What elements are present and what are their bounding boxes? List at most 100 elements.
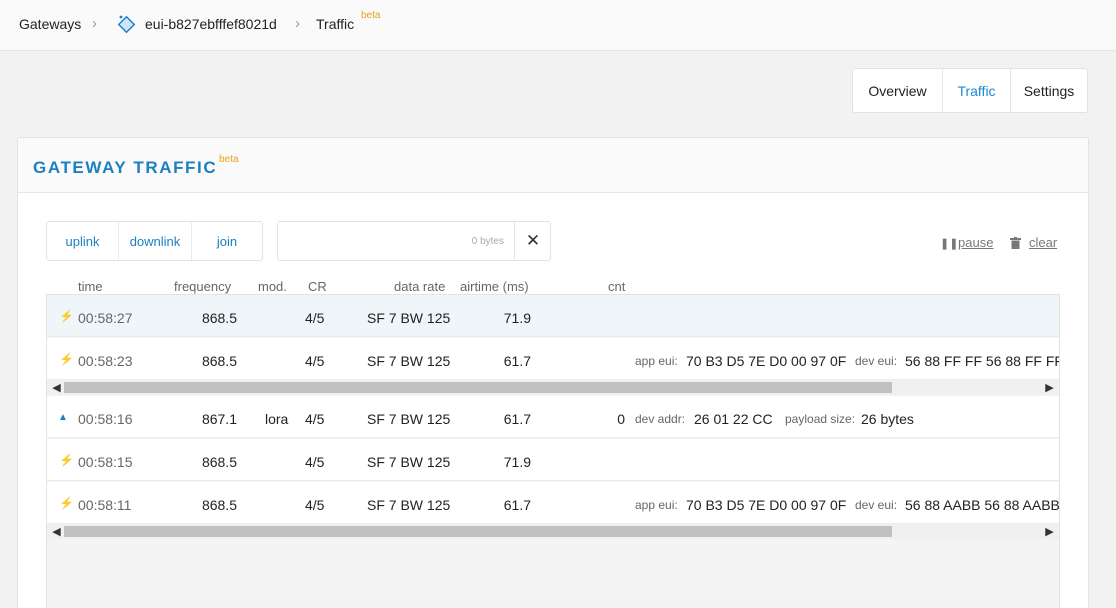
tab-traffic[interactable]: Traffic [942,69,1010,112]
frequency-cell: 867.1 [201,411,237,427]
time-cell: 00:58:15 [78,454,133,470]
chevron-right-icon: › [92,15,97,32]
scroll-left-icon[interactable]: ◀ [49,524,64,539]
chevron-right-icon: › [295,15,300,32]
bw-value: 125 [426,497,451,513]
table-row[interactable]: ⚡ 00:58:11 868.5 4/5 SF 7 BW 125 61.7 ap… [47,482,1059,524]
horizontal-scrollbar[interactable]: ◀ ▶ [47,524,1059,539]
bytes-counter: 0 bytes [471,236,504,247]
table-row[interactable]: ▲ 00:58:16 867.1 lora 4/5 SF 7 BW 125 61… [47,396,1059,438]
app-eui-label: app eui: [635,354,678,368]
bw-label: BW [400,353,424,369]
cr-cell: 4/5 [305,454,325,470]
cr-cell: 4/5 [305,411,325,427]
lightning-icon: ⚡ [59,309,74,323]
traffic-type-filters: uplink downlink join [46,221,263,261]
time-cell: 00:58:16 [78,411,133,427]
dev-addr-value: 26 01 22 CC [694,411,773,427]
frequency-cell: 868.5 [201,454,237,470]
column-header-cr: CR [308,279,327,294]
payload-size-value: 26 bytes [861,411,914,427]
column-header-time: time [78,279,103,294]
airtime-cell: 71.9 [503,454,531,470]
beta-badge: beta [219,154,239,165]
payload-size-label: payload size: [785,412,856,426]
gateway-icon [117,15,136,34]
sf-value: 7 [388,454,397,470]
breadcrumb-gateways-link[interactable]: Gateways [19,16,81,32]
sf-value: 7 [388,411,397,427]
frequency-cell: 868.5 [201,310,237,326]
bw-label: BW [400,454,424,470]
bw-value: 125 [426,310,451,326]
lightning-icon: ⚡ [59,453,74,467]
bw-label: BW [400,497,424,513]
filter-join-button[interactable]: join [191,222,262,260]
sf-label: SF [367,454,385,470]
traffic-table: ⚡ 00:58:27 868.5 4/5 SF 7 BW 125 71.9 ⚡ … [46,294,1060,608]
sf-value: 7 [388,310,397,326]
filter-downlink-button[interactable]: downlink [118,222,191,260]
tab-settings[interactable]: Settings [1010,69,1087,112]
sf-label: SF [367,310,385,326]
sf-value: 7 [388,497,397,513]
panel-header: GATEWAY TRAFFIC beta [18,138,1088,193]
airtime-cell: 61.7 [503,353,531,369]
sf-value: 7 [388,353,397,369]
sf-label: SF [367,497,385,513]
table-row[interactable]: ⚡ 00:58:23 868.5 4/5 SF 7 BW 125 61.7 ap… [47,338,1059,380]
sf-label: SF [367,353,385,369]
column-header-airtime: airtime (ms) [460,279,529,294]
dev-addr-label: dev addr: [635,412,686,426]
dev-eui-label: dev eui: [855,354,898,368]
filter-search: 0 bytes ✕ [277,221,551,261]
beta-badge: beta [361,10,381,21]
table-row[interactable]: ⚡ 00:58:27 868.5 4/5 SF 7 BW 125 71.9 [47,295,1059,337]
cr-cell: 4/5 [305,310,325,326]
column-header-mod: mod. [258,279,287,294]
app-eui-value: 70 B3 D5 7E D0 00 97 0F [686,497,847,513]
lightning-icon: ⚡ [59,496,74,510]
bw-value: 125 [426,353,451,369]
scroll-right-icon[interactable]: ▶ [1042,380,1057,395]
breadcrumb: Gateways › eui-b827ebfffef8021d › Traffi… [0,0,1116,51]
clear-button[interactable]: clear [1029,235,1057,250]
trash-icon [1010,237,1021,249]
dev-eui-value: 56 88 AABB 56 88 AABB [905,497,1059,513]
time-cell: 00:58:23 [78,353,133,369]
scrollbar-thumb[interactable] [64,382,892,393]
bw-label: BW [400,411,424,427]
cnt-cell: 0 [617,411,625,427]
airtime-cell: 61.7 [503,497,531,513]
column-header-cnt: cnt [608,279,626,294]
time-cell: 00:58:27 [78,310,133,326]
close-icon[interactable]: ✕ [514,222,551,260]
dev-eui-value: 56 88 FF FF 56 88 FF FF [905,353,1059,369]
scroll-left-icon[interactable]: ◀ [49,380,64,395]
time-cell: 00:58:11 [78,497,132,513]
airtime-cell: 61.7 [503,411,531,427]
pause-button[interactable]: pause [958,235,993,250]
table-row[interactable]: ⚡ 00:58:15 868.5 4/5 SF 7 BW 125 71.9 [47,439,1059,481]
bw-label: BW [400,310,424,326]
bw-value: 125 [426,411,451,427]
column-header-frequency: frequency [174,279,232,294]
frequency-cell: 868.5 [201,353,237,369]
breadcrumb-gateway-id-link[interactable]: eui-b827ebfffef8021d [145,16,277,32]
column-header-data-rate: data rate [394,279,446,294]
scroll-right-icon[interactable]: ▶ [1042,524,1057,539]
cr-cell: 4/5 [305,497,325,513]
uplink-triangle-icon: ▲ [58,412,68,423]
app-eui-value: 70 B3 D5 7E D0 00 97 0F [686,353,847,369]
horizontal-scrollbar[interactable]: ◀ ▶ [47,380,1059,395]
breadcrumb-current: Traffic [316,16,355,32]
filter-uplink-button[interactable]: uplink [47,222,118,260]
tab-overview[interactable]: Overview [853,69,942,112]
airtime-cell: 71.9 [503,310,531,326]
cr-cell: 4/5 [305,353,325,369]
mod-cell: lora [265,411,289,427]
frequency-cell: 868.5 [201,497,237,513]
scrollbar-thumb[interactable] [64,526,892,537]
tab-bar: Overview Traffic Settings [852,68,1088,113]
dev-eui-label: dev eui: [855,498,898,512]
